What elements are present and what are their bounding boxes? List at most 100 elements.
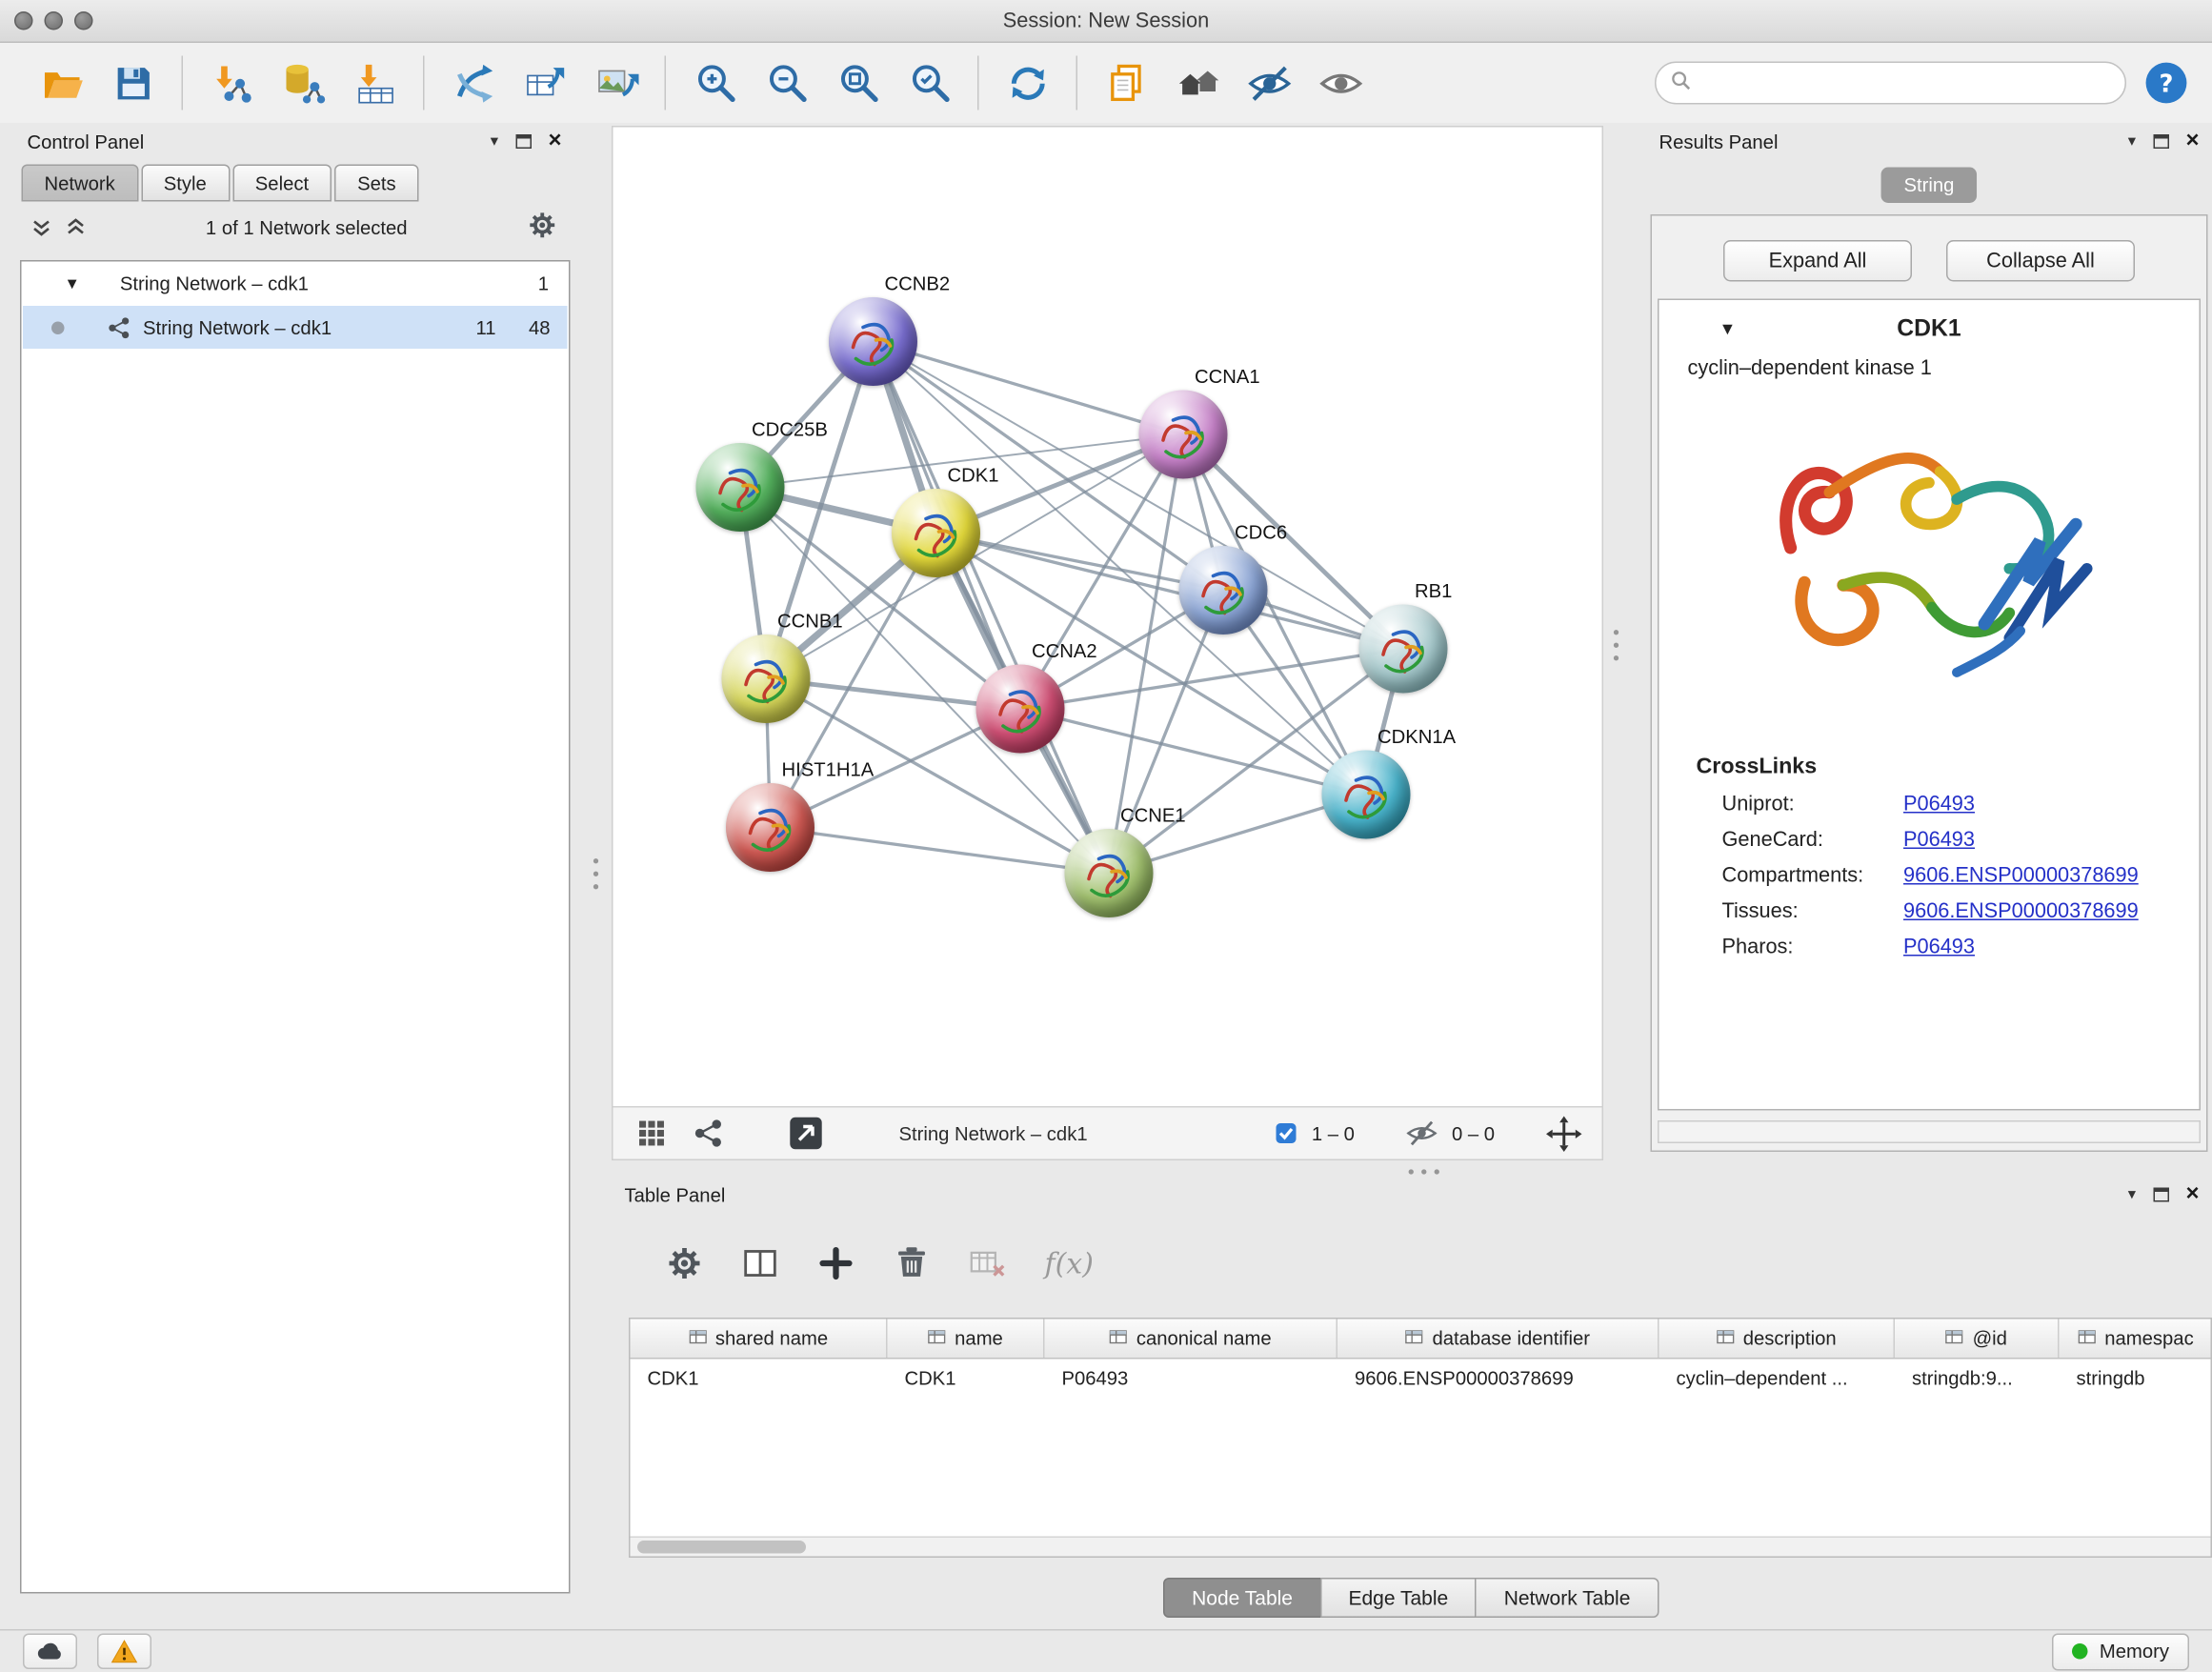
save-icon[interactable] (97, 50, 169, 116)
network-node-hist1h1a[interactable] (726, 783, 814, 872)
tab-network-table[interactable]: Network Table (1476, 1578, 1659, 1618)
memory-button[interactable]: Memory (2052, 1633, 2189, 1670)
network-node-ccnb2[interactable] (829, 297, 917, 386)
collapse-triangle-icon[interactable]: ▼ (65, 275, 80, 292)
search-input[interactable] (1702, 72, 2111, 94)
status-bar: Memory (0, 1629, 2212, 1672)
tab-network[interactable]: Network (22, 165, 138, 202)
tab-string[interactable]: String (1881, 168, 1978, 204)
hidden-eye-icon[interactable] (1406, 1118, 1438, 1149)
grid-icon[interactable] (636, 1118, 668, 1149)
network-collection-row[interactable]: ▼ String Network – cdk1 1 (22, 262, 570, 307)
import-network-file-icon[interactable] (196, 50, 268, 116)
zoom-fit-icon[interactable] (822, 50, 894, 116)
zoom-out-icon[interactable] (751, 50, 822, 116)
crosslink-pharos-link[interactable]: P06493 (1903, 937, 1975, 959)
add-column-icon[interactable] (817, 1245, 855, 1282)
gear-icon[interactable] (666, 1245, 703, 1282)
close-window-button[interactable] (14, 11, 33, 30)
collapse-triangle-icon[interactable]: ▼ (1719, 319, 1737, 339)
warning-icon[interactable] (97, 1634, 151, 1670)
open-session-icon[interactable] (26, 50, 97, 116)
import-table-icon[interactable] (339, 50, 411, 116)
panel-close-icon[interactable]: × (548, 131, 561, 153)
network-canvas[interactable]: CCNB2CCNA1CDC25BCDK1CDC6RB1CCNB1CCNA2CDK… (613, 128, 1602, 1107)
results-scrollbar[interactable] (1658, 1120, 2201, 1143)
tab-sets[interactable]: Sets (334, 165, 419, 202)
share-network-icon[interactable] (694, 1118, 725, 1149)
network-node-ccnb1[interactable] (722, 635, 811, 723)
column-header-@id[interactable]: @id (1895, 1319, 2060, 1359)
hide-panel-icon[interactable] (1234, 50, 1305, 116)
network-node-ccne1[interactable] (1065, 829, 1154, 917)
crosshair-icon[interactable] (1546, 1116, 1582, 1152)
panel-menu-icon[interactable]: ▾ (2128, 133, 2136, 150)
network-edge[interactable] (874, 342, 1110, 874)
show-panel-icon[interactable] (1305, 50, 1377, 116)
scrollbar-thumb[interactable] (637, 1541, 806, 1554)
panel-menu-icon[interactable]: ▾ (2128, 1187, 2136, 1203)
new-network-table-icon[interactable] (509, 50, 580, 116)
network-edge[interactable] (874, 342, 1184, 435)
crosslink-uniprot-link[interactable]: P06493 (1903, 794, 1975, 816)
network-arrows-icon[interactable] (437, 50, 509, 116)
column-header-canonical-name[interactable]: canonical name (1045, 1319, 1338, 1359)
collapse-all-button[interactable]: Collapse All (1946, 240, 2135, 282)
panel-float-icon[interactable] (2153, 1188, 2169, 1202)
cloud-icon[interactable] (23, 1634, 77, 1670)
table-horizontal-scrollbar[interactable] (631, 1537, 2211, 1557)
tab-select[interactable]: Select (232, 165, 332, 202)
tab-edge-table[interactable]: Edge Table (1319, 1578, 1477, 1618)
network-node-cdkn1a[interactable] (1322, 751, 1411, 839)
crosslink-tissues-link[interactable]: 9606.ENSP00000378699 (1903, 900, 2139, 923)
gear-icon[interactable] (528, 211, 558, 245)
hidden-count: 0 – 0 (1452, 1122, 1495, 1144)
network-node-rb1[interactable] (1359, 605, 1448, 694)
minimize-window-button[interactable] (45, 11, 64, 30)
panel-close-icon[interactable]: × (2185, 131, 2199, 153)
panel-close-icon[interactable]: × (2185, 1183, 2199, 1206)
birdseye-icon[interactable] (788, 1115, 825, 1152)
column-header-shared-name[interactable]: shared name (631, 1319, 888, 1359)
network-node-cdk1[interactable] (892, 489, 980, 577)
tab-node-table[interactable]: Node Table (1163, 1578, 1321, 1618)
crosslink-genecard-link[interactable]: P06493 (1903, 829, 1975, 852)
zoom-selected-icon[interactable] (894, 50, 965, 116)
column-header-name[interactable]: name (888, 1319, 1045, 1359)
columns-icon[interactable] (742, 1245, 779, 1282)
expand-tree-icon[interactable] (66, 217, 86, 237)
refresh-icon[interactable] (992, 50, 1063, 116)
crosslink-compartments-link[interactable]: 9606.ENSP00000378699 (1903, 865, 2139, 888)
network-node-cdc6[interactable] (1179, 546, 1268, 635)
network-edge[interactable] (771, 828, 1110, 874)
collapse-tree-icon[interactable] (31, 217, 51, 237)
panel-float-icon[interactable] (2153, 134, 2169, 149)
panel-menu-icon[interactable]: ▾ (491, 133, 498, 150)
vertical-splitter-handle[interactable] (591, 855, 602, 894)
maximize-window-button[interactable] (74, 11, 93, 30)
column-header-database-identifier[interactable]: database identifier (1337, 1319, 1659, 1359)
trash-icon[interactable] (894, 1245, 931, 1282)
table-row[interactable]: CDK1CDK1P064939606.ENSP00000378699cyclin… (631, 1360, 2211, 1399)
network-node-ccna1[interactable] (1139, 391, 1228, 479)
export-image-icon[interactable] (580, 50, 652, 116)
column-header-namespac[interactable]: namespac (2060, 1319, 2212, 1359)
home-overview-icon[interactable] (1162, 50, 1234, 116)
vertical-splitter-handle[interactable] (1611, 626, 1622, 665)
network-view-toolbar: String Network – cdk1 1 – 0 0 – 0 (613, 1106, 1602, 1159)
network-node-cdc25b[interactable] (696, 443, 785, 532)
help-icon[interactable]: ? (2143, 60, 2189, 106)
table-mini-icon (928, 1327, 947, 1350)
column-header-description[interactable]: description (1659, 1319, 1896, 1359)
expand-all-button[interactable]: Expand All (1723, 240, 1912, 282)
selected-checkbox-icon[interactable] (1275, 1122, 1297, 1145)
zoom-in-icon[interactable] (679, 50, 751, 116)
gene-section-header[interactable]: ▼ CDK1 (1659, 300, 2200, 357)
import-network-database-icon[interactable] (268, 50, 339, 116)
horizontal-splitter-handle[interactable] (1405, 1166, 1444, 1178)
network-node-ccna2[interactable] (976, 665, 1065, 754)
tab-style[interactable]: Style (141, 165, 230, 202)
annotation-copy-icon[interactable] (1091, 50, 1162, 116)
network-row[interactable]: String Network – cdk1 11 48 (23, 306, 568, 349)
panel-float-icon[interactable] (515, 134, 532, 149)
